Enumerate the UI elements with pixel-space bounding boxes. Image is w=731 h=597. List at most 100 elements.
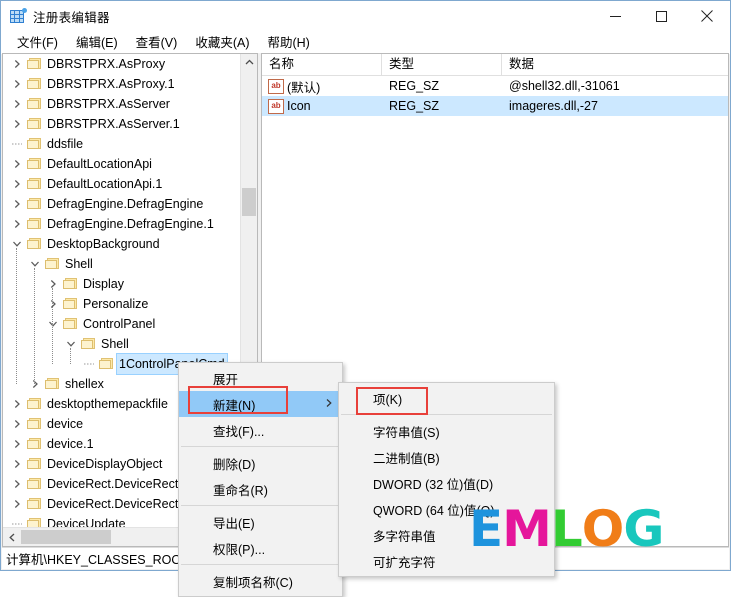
- menu-item-label: 导出(E): [213, 516, 255, 531]
- window-title: 注册表编辑器: [33, 10, 110, 25]
- menu-item-label: 展开: [213, 372, 239, 387]
- chevron-right-icon[interactable]: [9, 114, 25, 134]
- tree-item[interactable]: DesktopBackground: [3, 234, 241, 254]
- value-row[interactable]: ab Icon REG_SZ imageres.dll,-27: [262, 96, 728, 116]
- watermark-letter: L: [550, 500, 583, 558]
- folder-icon: [25, 134, 42, 154]
- sub-binary[interactable]: 二进制值(B): [339, 444, 554, 470]
- values-list[interactable]: ab (默认) REG_SZ @shell32.dll,-31061 ab Icon REG…: [262, 76, 728, 116]
- ctx-export[interactable]: 导出(E): [179, 509, 342, 535]
- tree-item-label: DeviceDisplayObject: [47, 457, 163, 471]
- string-value-icon: ab: [268, 98, 284, 114]
- tree-item-label: DeviceUpdate: [47, 517, 126, 528]
- chevron-down-icon[interactable]: [27, 254, 43, 274]
- chevron-down-icon[interactable]: [63, 334, 79, 354]
- tree-hscroll-thumb[interactable]: [21, 530, 111, 544]
- column-header-data[interactable]: 数据: [502, 54, 728, 75]
- sub-key[interactable]: 项(K): [339, 385, 554, 411]
- chevron-right-icon[interactable]: [45, 294, 61, 314]
- tree-guide-line: [70, 348, 71, 364]
- chevron-right-icon[interactable]: [9, 434, 25, 454]
- tree-scroll-thumb[interactable]: [242, 188, 256, 216]
- chevron-right-icon[interactable]: [9, 454, 25, 474]
- chevron-right-icon[interactable]: [9, 154, 25, 174]
- value-type: REG_SZ: [389, 99, 440, 113]
- tree-item[interactable]: DefragEngine.DefragEngine: [3, 194, 241, 214]
- registry-editor-window: 注册表编辑器 文件(F) 编辑(E) 查看(V) 收藏夹(A) 帮助(H) DB…: [0, 0, 731, 597]
- scroll-left-icon[interactable]: [3, 529, 20, 546]
- tree-item[interactable]: DBRSTPRX.AsServer.1: [3, 114, 241, 134]
- ctx-expand[interactable]: 展开: [179, 365, 342, 391]
- ctx-delete[interactable]: 删除(D): [179, 450, 342, 476]
- folder-icon: [25, 494, 42, 514]
- menu-separator: [181, 505, 340, 506]
- chevron-right-icon[interactable]: [27, 374, 43, 394]
- menu-item-label: 可扩充字符: [373, 555, 436, 570]
- tree-item[interactable]: DBRSTPRX.AsProxy.1: [3, 74, 241, 94]
- menu-help[interactable]: 帮助(H): [258, 30, 318, 54]
- sub-string[interactable]: 字符串值(S): [339, 418, 554, 444]
- menu-favorites[interactable]: 收藏夹(A): [186, 30, 258, 54]
- tree-item[interactable]: DefaultLocationApi: [3, 154, 241, 174]
- chevron-right-icon[interactable]: [9, 74, 25, 94]
- value-row[interactable]: ab (默认) REG_SZ @shell32.dll,-31061: [262, 76, 728, 96]
- tree-item[interactable]: DefragEngine.DefragEngine.1: [3, 214, 241, 234]
- folder-icon: [25, 454, 42, 474]
- folder-icon: [25, 214, 42, 234]
- tree-item[interactable]: DBRSTPRX.AsServer: [3, 94, 241, 114]
- chevron-right-icon: [325, 397, 333, 411]
- chevron-right-icon[interactable]: [9, 414, 25, 434]
- folder-icon: [25, 174, 42, 194]
- ctx-new[interactable]: 新建(N): [179, 391, 342, 417]
- column-header-type[interactable]: 类型: [382, 54, 502, 75]
- column-header-name[interactable]: 名称: [262, 54, 382, 75]
- folder-icon: [61, 274, 78, 294]
- menu-separator: [181, 446, 340, 447]
- ctx-rename[interactable]: 重命名(R): [179, 476, 342, 502]
- chevron-down-icon[interactable]: [9, 234, 25, 254]
- emlog-watermark: EMLOG: [469, 500, 664, 558]
- tree-item[interactable]: Display: [3, 274, 241, 294]
- tree-item[interactable]: Personalize: [3, 294, 241, 314]
- tree-item[interactable]: DBRSTPRX.AsProxy: [3, 54, 241, 74]
- sub-dword[interactable]: DWORD (32 位)值(D): [339, 470, 554, 496]
- chevron-right-icon[interactable]: [9, 474, 25, 494]
- tree-item[interactable]: Shell: [3, 334, 241, 354]
- chevron-right-icon[interactable]: [9, 174, 25, 194]
- chevron-right-icon[interactable]: [9, 94, 25, 114]
- ctx-permissions[interactable]: 权限(P)...: [179, 535, 342, 561]
- menu-edit[interactable]: 编辑(E): [67, 30, 127, 54]
- tree-item[interactable]: DefaultLocationApi.1: [3, 174, 241, 194]
- menu-file[interactable]: 文件(F): [8, 30, 67, 54]
- ctx-find[interactable]: 查找(F)...: [179, 417, 342, 443]
- menu-view[interactable]: 查看(V): [127, 30, 187, 54]
- tree-item-label: Shell: [101, 337, 129, 351]
- tree-item[interactable]: Shell: [3, 254, 241, 274]
- folder-icon: [25, 414, 42, 434]
- folder-icon: [25, 74, 42, 94]
- values-column-headers: 名称 类型 数据: [262, 54, 728, 76]
- tree-guide-line: [52, 288, 53, 364]
- maximize-button[interactable]: [638, 1, 684, 31]
- tree-item[interactable]: ddsfile: [3, 134, 241, 154]
- chevron-right-icon[interactable]: [45, 274, 61, 294]
- chevron-right-icon[interactable]: [9, 214, 25, 234]
- context-menu[interactable]: 展开新建(N) 查找(F)... 删除(D) 重命名(R) 导出(E) 权限(P)... 复…: [178, 362, 343, 597]
- ctx-copy-key-name[interactable]: 复制项名称(C): [179, 568, 342, 594]
- minimize-button[interactable]: [592, 1, 638, 31]
- folder-icon: [43, 254, 60, 274]
- menu-item-label: 多字符串值: [373, 529, 436, 544]
- chevron-right-icon[interactable]: [9, 394, 25, 414]
- tree-leaf-marker: [9, 134, 25, 154]
- chevron-down-icon[interactable]: [45, 314, 61, 334]
- folder-icon: [25, 394, 42, 414]
- menu-item-label: 复制项名称(C): [213, 575, 293, 590]
- chevron-right-icon[interactable]: [9, 194, 25, 214]
- chevron-right-icon[interactable]: [9, 494, 25, 514]
- scroll-up-icon[interactable]: [241, 54, 257, 71]
- tree-leaf-marker: [81, 354, 97, 374]
- close-button[interactable]: [684, 1, 730, 31]
- tree-item[interactable]: ControlPanel: [3, 314, 241, 334]
- value-data: imageres.dll,-27: [509, 99, 598, 113]
- chevron-right-icon[interactable]: [9, 54, 25, 74]
